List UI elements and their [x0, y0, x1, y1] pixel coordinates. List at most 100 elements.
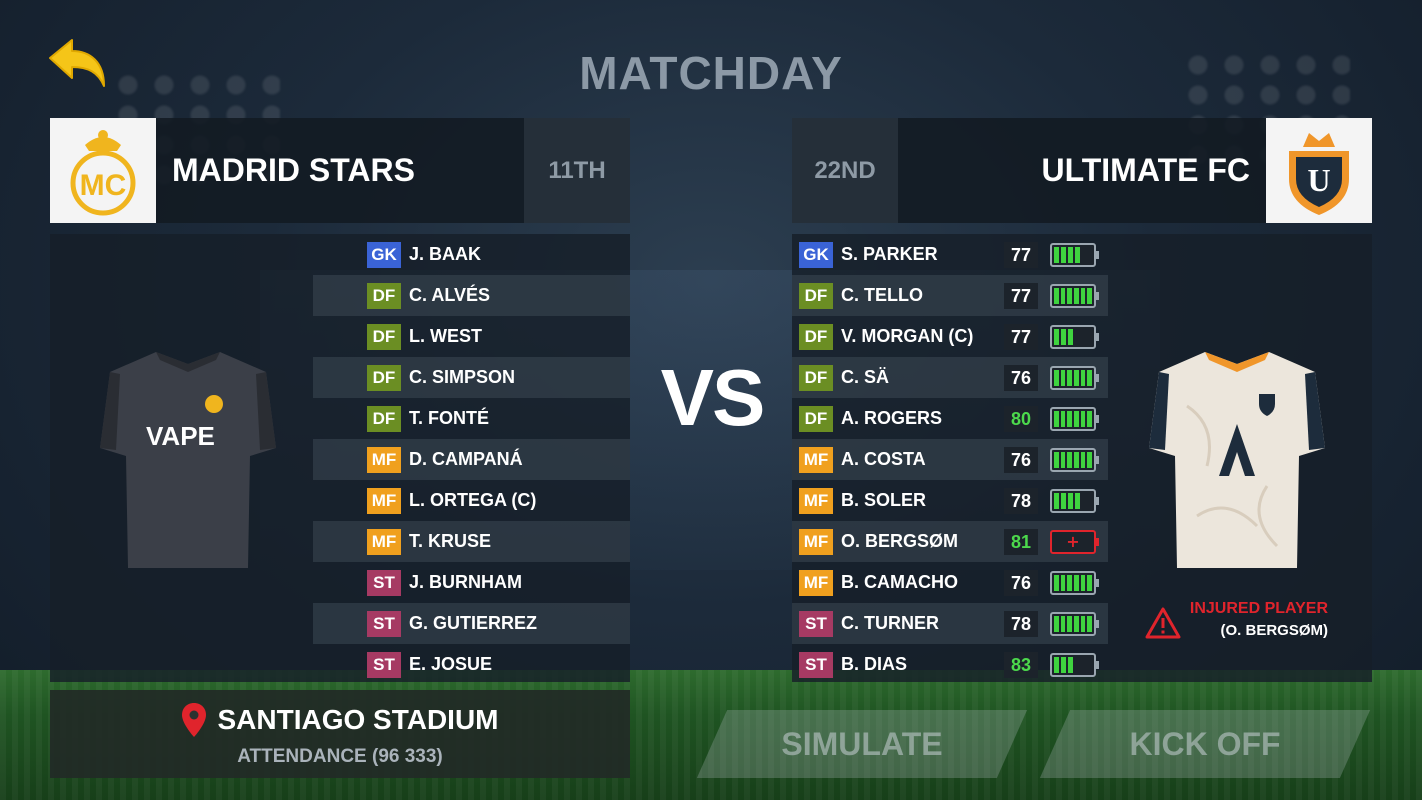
- stamina-battery-icon: [1050, 489, 1099, 513]
- stamina-cell: [1087, 616, 1093, 632]
- away-team-name: ULTIMATE FC: [1041, 152, 1250, 188]
- position-badge: ST: [799, 651, 833, 678]
- home-lineup-panel: VAPE GK J. BAAK DF C. ALVÉS DF L. WEST DF C. SI…: [50, 234, 630, 682]
- svg-text:MC: MC: [80, 169, 127, 202]
- player-row[interactable]: MF D. CAMPANÁ: [313, 439, 630, 480]
- player-rating: 78: [1004, 611, 1038, 637]
- stamina-cell: [1067, 616, 1073, 632]
- stamina-cell: [1074, 288, 1079, 304]
- away-jersey-icon: [1149, 352, 1325, 568]
- position-badge: MF: [367, 487, 401, 514]
- position-badge: ST: [367, 651, 401, 678]
- kick-off-button[interactable]: KICK OFF: [1039, 710, 1371, 778]
- player-row[interactable]: GK J. BAAK: [313, 234, 630, 275]
- home-team-badge: MC: [50, 118, 156, 223]
- home-crest-icon: MC: [70, 129, 136, 215]
- player-row[interactable]: ST C. TURNER 78: [792, 603, 1108, 644]
- home-team-rank: 11TH: [524, 118, 630, 223]
- position-badge: DF: [799, 282, 833, 309]
- player-row[interactable]: MF L. ORTEGA (C): [313, 480, 630, 521]
- player-row[interactable]: MF O. BERGSØM 81 +: [792, 521, 1108, 562]
- stamina-battery-icon: [1050, 612, 1099, 636]
- position-badge: DF: [367, 405, 401, 432]
- player-row[interactable]: ST E. JOSUE: [313, 644, 630, 685]
- stamina-cell: [1054, 247, 1059, 263]
- player-name: J. BAAK: [409, 244, 482, 264]
- stamina-battery-icon: [1050, 284, 1099, 308]
- stamina-cell: [1060, 411, 1066, 427]
- player-name: L. WEST: [409, 326, 482, 346]
- stamina-cell: [1054, 452, 1059, 468]
- player-rating: 76: [1004, 570, 1038, 596]
- player-row[interactable]: DF C. SIMPSON: [313, 357, 630, 398]
- position-badge: ST: [367, 610, 401, 637]
- player-name: L. ORTEGA (C): [409, 490, 537, 510]
- player-row[interactable]: GK S. PARKER 77: [792, 234, 1108, 275]
- stamina-cell: [1054, 493, 1059, 509]
- stamina-cell: [1074, 616, 1079, 632]
- player-name: B. SOLER: [841, 490, 927, 510]
- player-row[interactable]: ST G. GUTIERREZ: [313, 603, 630, 644]
- position-badge: ST: [799, 610, 833, 637]
- position-badge: DF: [799, 405, 833, 432]
- player-row[interactable]: ST J. BURNHAM: [313, 562, 630, 603]
- stamina-cell: [1068, 493, 1073, 509]
- player-row[interactable]: DF T. FONTÉ: [313, 398, 630, 439]
- player-rating: 77: [1004, 242, 1038, 268]
- kick-off-button-label: KICK OFF: [1129, 726, 1281, 762]
- player-name: T. FONTÉ: [409, 408, 489, 428]
- player-name: D. CAMPANÁ: [409, 449, 523, 469]
- player-row[interactable]: MF A. COSTA 76: [792, 439, 1108, 480]
- stamina-cell: [1054, 657, 1059, 673]
- stamina-cell: [1074, 452, 1079, 468]
- versus-label: VS: [660, 353, 766, 442]
- stamina-cell: [1075, 247, 1080, 263]
- player-row[interactable]: MF B. SOLER 78: [792, 480, 1108, 521]
- stamina-cell: [1060, 452, 1066, 468]
- away-team-badge: U: [1266, 118, 1372, 223]
- stamina-battery-icon: [1050, 571, 1099, 595]
- position-badge: GK: [799, 241, 833, 268]
- simulate-button[interactable]: SIMULATE: [696, 710, 1028, 778]
- stamina-cell: [1060, 616, 1066, 632]
- player-rating: 81: [1004, 529, 1038, 555]
- away-lineup-panel: GK S. PARKER 77 DF C. TELLO 77 DF V. MORGAN (C)…: [792, 234, 1372, 682]
- player-rating: 77: [1004, 324, 1038, 350]
- player-name: C. TELLO: [841, 285, 923, 305]
- player-row[interactable]: DF L. WEST: [313, 316, 630, 357]
- position-badge: DF: [367, 282, 401, 309]
- stamina-cell: [1087, 370, 1093, 386]
- stamina-cell: [1080, 411, 1086, 427]
- position-badge: MF: [799, 528, 833, 555]
- player-name: V. MORGAN (C): [841, 326, 974, 346]
- player-row[interactable]: DF C. ALVÉS: [313, 275, 630, 316]
- player-name: B. CAMACHO: [841, 572, 958, 592]
- injury-indicator: +: [1050, 530, 1099, 554]
- player-rating: 78: [1004, 488, 1038, 514]
- position-badge: DF: [799, 364, 833, 391]
- stamina-cell: [1061, 493, 1066, 509]
- player-row[interactable]: MF T. KRUSE: [313, 521, 630, 562]
- away-crest-icon: U: [1289, 132, 1349, 215]
- stamina-cell: [1068, 329, 1073, 345]
- player-row[interactable]: DF V. MORGAN (C) 77: [792, 316, 1108, 357]
- player-row[interactable]: DF A. ROGERS 80: [792, 398, 1108, 439]
- stamina-cell: [1061, 247, 1066, 263]
- home-team-name: MADRID STARS: [172, 152, 415, 188]
- player-row[interactable]: DF C. SÄ 76: [792, 357, 1108, 398]
- stamina-cell: [1087, 452, 1093, 468]
- player-row[interactable]: ST B. DIAS 83: [792, 644, 1108, 685]
- away-jersey: [1147, 346, 1327, 576]
- player-row[interactable]: DF C. TELLO 77: [792, 275, 1108, 316]
- stamina-cell: [1054, 616, 1059, 632]
- stadium-info: SANTIAGO STADIUM ATTENDANCE (96 333): [50, 690, 630, 778]
- position-badge: MF: [367, 528, 401, 555]
- warning-icon: [1145, 607, 1181, 639]
- home-jersey: VAPE: [98, 346, 278, 576]
- player-name: B. DIAS: [841, 654, 908, 674]
- injury-notice: INJURED PLAYER (O. BERGSØM): [1144, 600, 1354, 650]
- player-row[interactable]: MF B. CAMACHO 76: [792, 562, 1108, 603]
- player-name: A. ROGERS: [841, 408, 943, 428]
- stamina-cell: [1080, 575, 1086, 591]
- stamina-cell: [1060, 575, 1066, 591]
